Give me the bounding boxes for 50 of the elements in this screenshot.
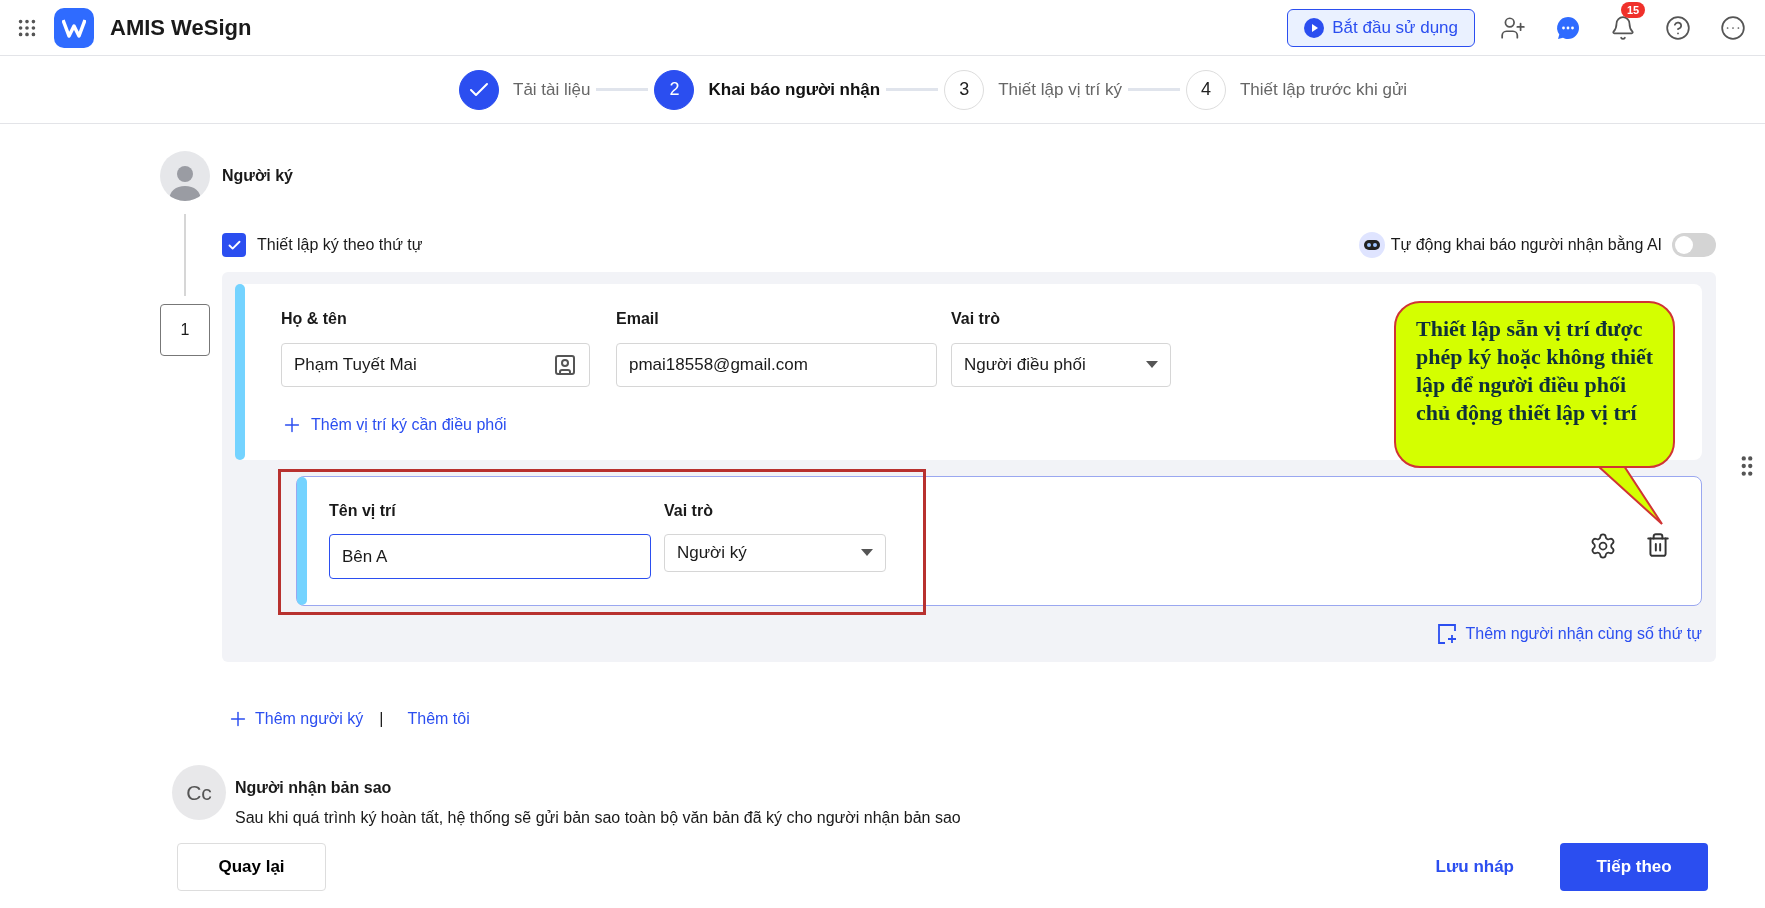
callout: Thiết lập sẵn vị trí được phép ký hoặc không thiết lập để người điều phối chủ động thiết lập vị trí [1394,301,1675,468]
robot-icon [1358,232,1385,258]
order-number: 1 [160,304,210,356]
field-label: Vai trò [951,309,1001,329]
step-number: 3 [944,69,985,110]
step-label[interactable]: Khai báo người nhận [708,79,881,100]
notification-badge: 15 [1621,1,1646,18]
start-button[interactable]: Bắt đầu sử dụng [1287,8,1475,47]
section-title: Người ký [222,167,294,185]
field-label: Tên vị trí [329,501,397,521]
more-icon[interactable] [1719,13,1747,42]
separator: | [379,710,384,728]
play-icon [1304,17,1325,38]
save-draft-button[interactable]: Lưu nháp [1429,856,1520,878]
field-label: Vai trò [664,501,714,521]
signer-avatar [160,151,210,201]
checkbox-label: Thiết lập ký theo thứ tự [257,236,423,254]
settings-icon[interactable] [1589,532,1617,560]
checkbox[interactable] [222,233,246,257]
trash-icon[interactable] [1645,532,1671,560]
add-same-order-link[interactable]: Thêm người nhận cùng số thứ tự [1435,622,1702,646]
logo-icon [54,7,94,48]
ai-toggle-label: Tự động khai báo người nhận bằng AI [1390,236,1662,254]
cc-description: Sau khi quá trình ký hoàn tất, hệ thống sẽ gửi bản sao toàn bộ văn bản đã ký cho người nhận bản sao [235,809,962,826]
next-button[interactable]: Tiếp theo [1560,843,1708,891]
role-select[interactable]: Người ký [664,534,886,572]
role-select[interactable]: Người điều phối [951,343,1171,387]
position-name-field[interactable]: Bên A [329,534,651,579]
app-title: AMIS WeSign [110,14,252,41]
notification-icon[interactable] [1610,14,1636,41]
step-label[interactable]: Thiết lập trước khi gửi [1240,79,1408,100]
step-number: 4 [1186,69,1226,110]
step-label[interactable]: Tải tài liệu [513,79,591,100]
add-signer-link[interactable]: Thêm người ký [227,708,364,730]
add-me-link[interactable]: Thêm tôi [407,710,470,728]
name-field[interactable]: Phạm Tuyết Mai [281,343,590,387]
email-field[interactable]: pmai18558@gmail.com [616,343,937,387]
ai-toggle[interactable] [1672,233,1716,257]
field-label: Email [616,309,660,329]
cc-avatar: Cc [172,765,226,820]
help-icon[interactable] [1664,13,1692,42]
add-position-link[interactable]: Thêm vị trí ký cần điều phối [281,413,507,437]
caret-icon [1146,361,1158,369]
field-label: Họ & tên [281,309,348,329]
section-title: Người nhận bản sao [235,779,393,797]
back-button[interactable]: Quay lại [177,843,326,891]
step-number: 2 [654,69,695,110]
contact-icon[interactable] [553,353,577,377]
step-label[interactable]: Thiết lập vị trí ký [998,79,1122,100]
caret-icon [861,549,873,557]
